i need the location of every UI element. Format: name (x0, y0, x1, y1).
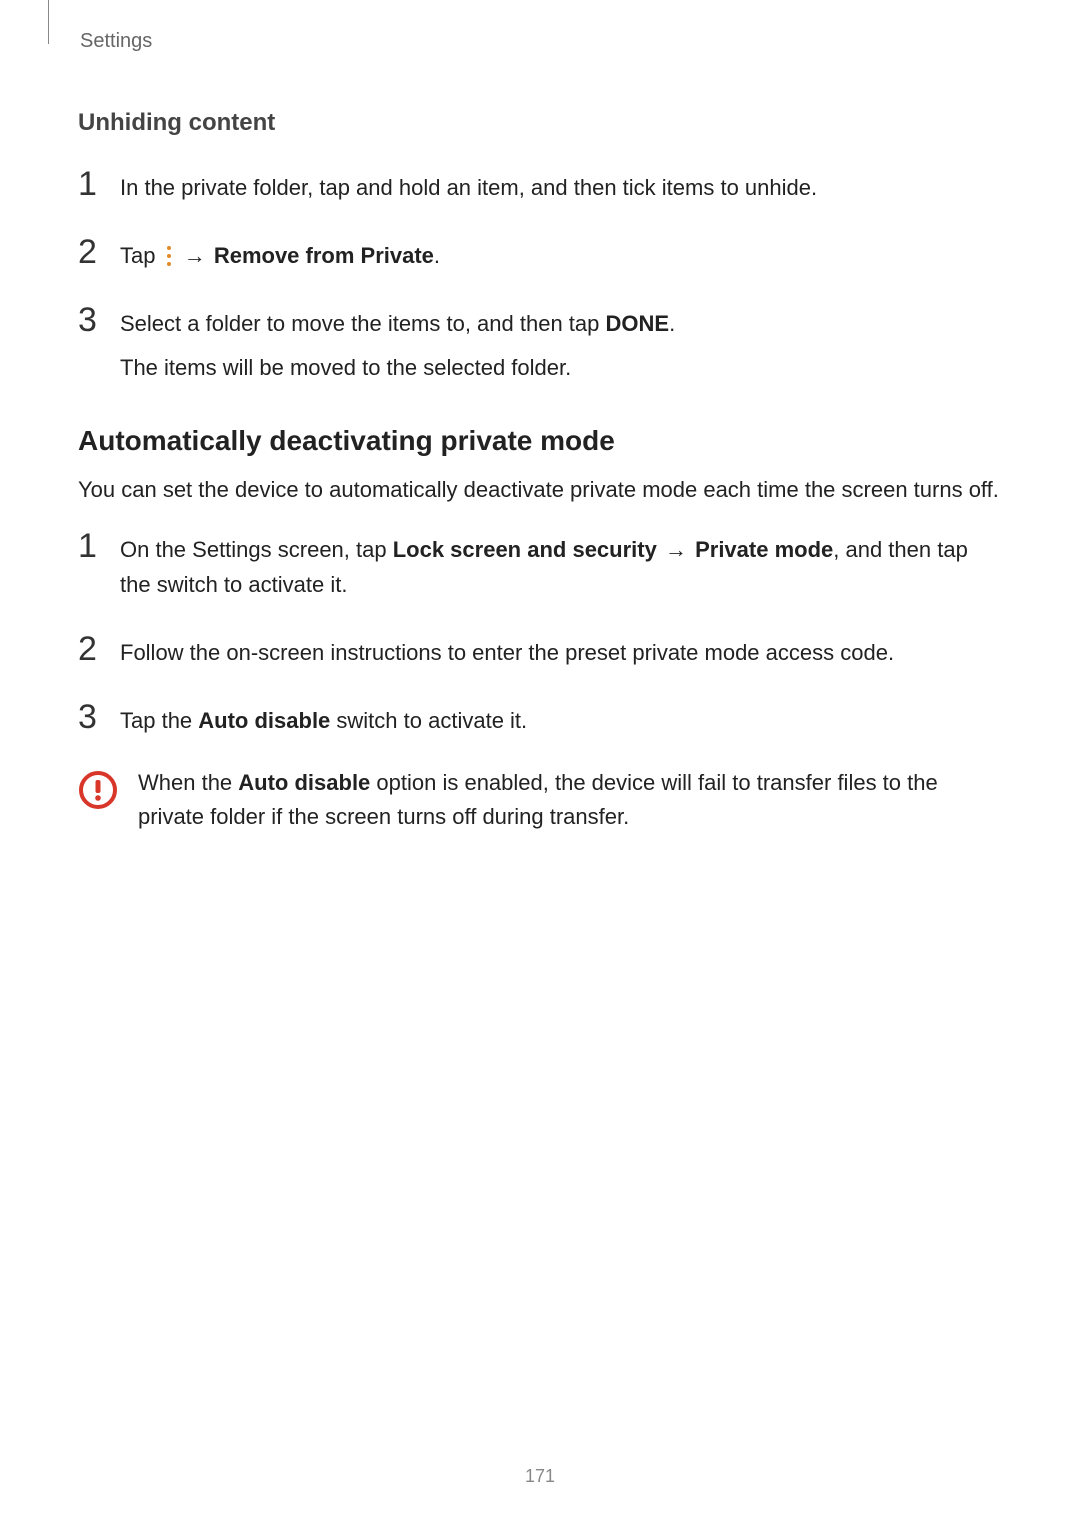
page-number: 171 (0, 1466, 1080, 1487)
step-item: 2 Tap → Remove from Private. (78, 233, 1002, 283)
warning-callout: When the Auto disable option is enabled,… (78, 766, 1002, 834)
step-text: On the Settings screen, tap Lock screen … (120, 533, 1002, 601)
step-text: Tap the Auto disable switch to activate … (120, 704, 527, 738)
text-fragment: Tap the (120, 708, 198, 733)
step-text: Follow the on-screen instructions to ent… (120, 636, 894, 670)
step-body: Tap the Auto disable switch to activate … (120, 698, 527, 748)
intro-text: You can set the device to automatically … (78, 473, 1002, 507)
text-fragment: . (434, 243, 440, 268)
step-list-auto-deactivate: 1 On the Settings screen, tap Lock scree… (78, 527, 1002, 747)
text-fragment: On the Settings screen, tap (120, 537, 393, 562)
step-text: The items will be moved to the selected … (120, 351, 675, 385)
step-item: 3 Select a folder to move the items to, … (78, 301, 1002, 395)
step-item: 3 Tap the Auto disable switch to activat… (78, 698, 1002, 748)
step-text: Select a folder to move the items to, an… (120, 307, 675, 341)
step-body: Tap → Remove from Private. (120, 233, 440, 283)
arrow-text: → (176, 243, 214, 268)
breadcrumb: Settings (78, 30, 1002, 53)
step-number: 1 (78, 527, 120, 563)
step-number: 2 (78, 630, 120, 666)
step-body: Follow the on-screen instructions to ent… (120, 630, 894, 680)
bold-text: Auto disable (198, 708, 330, 733)
step-body: In the private folder, tap and hold an i… (120, 165, 817, 215)
text-fragment: Select a folder to move the items to, an… (120, 311, 606, 336)
callout-text: When the Auto disable option is enabled,… (138, 766, 1002, 834)
step-text: In the private folder, tap and hold an i… (120, 171, 817, 205)
arrow-text: → (657, 537, 695, 562)
bold-text: Remove from Private (214, 243, 434, 268)
text-fragment: Tap (120, 243, 162, 268)
step-number: 3 (78, 698, 120, 734)
step-number: 3 (78, 301, 120, 337)
step-text: Tap → Remove from Private. (120, 239, 440, 273)
text-fragment: . (669, 311, 675, 336)
bold-text: Auto disable (238, 770, 370, 795)
text-fragment: When the (138, 770, 238, 795)
step-item: 1 On the Settings screen, tap Lock scree… (78, 527, 1002, 611)
step-body: Select a folder to move the items to, an… (120, 301, 675, 395)
step-number: 1 (78, 165, 120, 201)
step-list-unhiding: 1 In the private folder, tap and hold an… (78, 165, 1002, 395)
more-options-icon (164, 246, 174, 266)
step-item: 2 Follow the on-screen instructions to e… (78, 630, 1002, 680)
step-item: 1 In the private folder, tap and hold an… (78, 165, 1002, 215)
bold-text: DONE (606, 311, 670, 336)
step-body: On the Settings screen, tap Lock screen … (120, 527, 1002, 611)
step-number: 2 (78, 233, 120, 269)
bold-text: Private mode (695, 537, 833, 562)
warning-icon (78, 770, 118, 810)
section-heading-auto-deactivate: Automatically deactivating private mode (78, 425, 1002, 457)
section-subheading-unhiding: Unhiding content (78, 109, 1002, 137)
text-fragment: switch to activate it. (330, 708, 527, 733)
bold-text: Lock screen and security (393, 537, 657, 562)
